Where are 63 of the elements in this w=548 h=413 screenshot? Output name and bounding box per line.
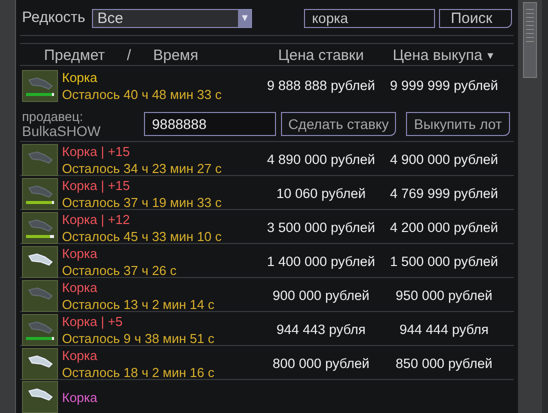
sort-arrow-icon: ▼ — [485, 48, 496, 64]
item-thumbnail[interactable] — [22, 381, 58, 413]
item-thumbnail[interactable] — [22, 348, 58, 380]
search-button[interactable]: Поиск — [439, 8, 512, 28]
bid-input[interactable]: 9888888 — [144, 112, 276, 136]
durability-bar — [26, 200, 54, 204]
buyout-price: 944 444 рубля — [398, 320, 490, 339]
item-thumbnail[interactable] — [22, 70, 58, 102]
item-name[interactable]: Корка | +5 — [62, 313, 260, 330]
item-thumbnail[interactable] — [22, 314, 58, 346]
item-name[interactable]: Корка — [62, 388, 260, 406]
column-header[interactable]: Время — [153, 45, 198, 68]
column-header[interactable]: Предмет — [44, 45, 105, 68]
buyout-button[interactable]: Выкупить лот — [406, 112, 510, 136]
item-name[interactable]: Корка — [62, 347, 260, 364]
bid-price: 1 400 000 рублей — [266, 252, 376, 271]
bid-price: 900 000 рублей — [272, 286, 370, 305]
time-left: Осталось 13 ч 2 мин 14 с — [62, 296, 216, 313]
buyout-price: 950 000 рублей — [394, 286, 494, 305]
durability-bar — [26, 336, 54, 340]
item-name[interactable]: Корка | +15 — [62, 177, 260, 194]
item-name[interactable]: Корка — [62, 279, 260, 296]
item-thumbnail[interactable] — [22, 280, 58, 312]
item-name[interactable]: Корка | +15 — [62, 143, 260, 160]
item-name[interactable]: Корка — [62, 245, 260, 262]
column-header[interactable]: Цена выкупа — [392, 45, 482, 68]
bid-price: 3 500 000 рублей — [266, 218, 376, 237]
column-separator: / — [126, 46, 132, 66]
rarity-select[interactable]: Все ▼ — [92, 8, 252, 28]
durability-bar — [26, 92, 54, 96]
seller-name: BulkaSHOW — [22, 124, 102, 138]
time-left: Осталось 9 ч 38 мин 51 с — [62, 330, 216, 347]
bid-price: 9 888 888 рублей — [266, 76, 376, 95]
item-name[interactable]: Корка — [62, 69, 260, 86]
buyout-price: 4 200 000 рублей — [388, 218, 500, 237]
scrollbar[interactable] — [518, 0, 542, 413]
item-thumbnail[interactable] — [22, 178, 58, 210]
buyout-price: 4 900 000 рублей — [388, 150, 500, 169]
scrollbar-thumb[interactable] — [523, 2, 537, 78]
rarity-label: Редкость — [22, 8, 86, 28]
item-thumbnail[interactable] — [22, 246, 58, 278]
time-left: Осталось 37 ч 19 мин 33 с — [62, 194, 223, 211]
buyout-price: 4 769 999 рублей — [388, 184, 500, 203]
item-thumbnail[interactable] — [22, 212, 58, 244]
time-left: Осталось 45 ч 33 мин 10 с — [62, 228, 223, 245]
item-thumbnail[interactable] — [22, 144, 58, 176]
bid-price: 10 060 рублей — [275, 184, 367, 203]
column-header[interactable]: Цена ставки — [260, 45, 382, 68]
item-name[interactable]: Корка | +12 — [62, 211, 260, 228]
buyout-price: 850 000 рублей — [394, 354, 494, 373]
seller-label: продавец: — [22, 108, 84, 124]
time-left: Осталось 37 ч 26 с — [62, 262, 178, 279]
durability-bar — [26, 234, 54, 238]
search-field[interactable]: корка — [304, 8, 435, 28]
time-left: Осталось 18 ч 2 мин 16 с — [62, 364, 216, 381]
bid-price: 4 890 000 рублей — [266, 150, 376, 169]
bid-price: 800 000 рублей — [272, 354, 370, 373]
buyout-price: 1 500 000 рублей — [388, 252, 500, 271]
place-bid-button[interactable]: Сделать ставку — [281, 112, 396, 136]
bid-price: 944 443 рубля — [275, 320, 367, 339]
time-left: Осталось 40 ч 48 мин 33 с — [62, 86, 223, 103]
time-left: Осталось 34 ч 23 мин 27 с — [62, 160, 223, 177]
buyout-price: 9 999 999 рублей — [388, 76, 500, 95]
